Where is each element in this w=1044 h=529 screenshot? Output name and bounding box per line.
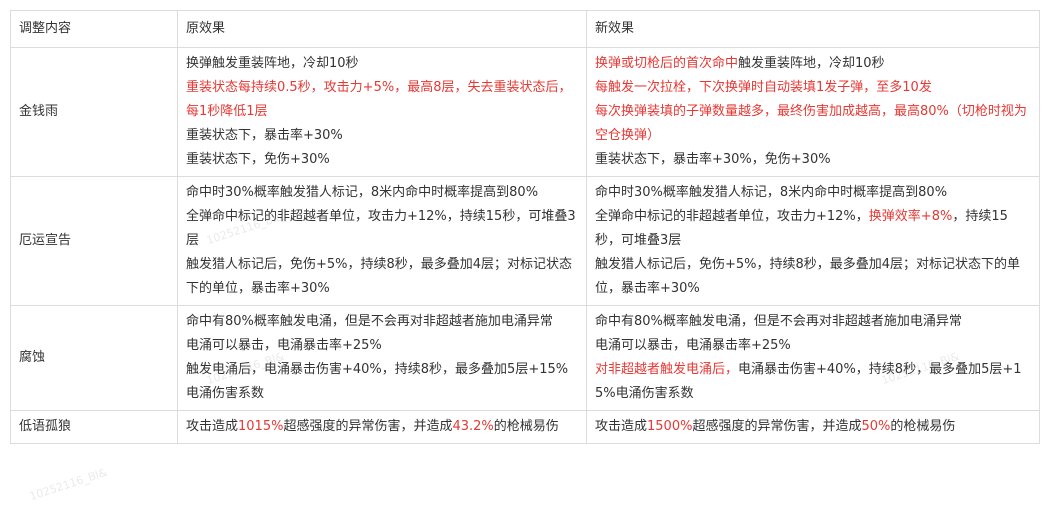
original-effect-cell: 攻击造成1015%超感强度的异常伤害，并造成43.2%的枪械易伤 [177,410,587,444]
adjustment-name: 低语孤狼 [10,410,178,444]
adjustment-name: 金钱雨 [10,47,178,177]
effect-text: 换弹触发重装阵地，冷却10秒 [186,56,359,71]
table-header-row: 调整内容 原效果 新效果 [10,10,1040,48]
adjustment-name: 厄运宣告 [10,176,178,306]
effect-line: 重装状态下，暴击率+30% [186,124,578,148]
effect-text: 重装状态下，暴击率+30%，免伤+30% [595,152,831,167]
effect-line: 全弹命中标记的非超越者单位，攻击力+12%，换弹效率+8%，持续15秒，可堆叠3… [595,205,1031,253]
adjustment-name: 腐蚀 [10,305,178,411]
effect-line: 触发电涌后，电涌暴击伤害+40%，持续8秒，最多叠加5层+15%电涌伤害系数 [186,358,578,406]
effect-text: 触发猎人标记后，免伤+5%，持续8秒，最多叠加4层；对标记状态下的单位，暴击率+… [595,257,1021,296]
effect-line: 电涌可以暴击，电涌暴击率+25% [186,334,578,358]
new-effect-cell: 攻击造成1500%超感强度的异常伤害，并造成50%的枪械易伤 [586,410,1040,444]
highlighted-text: 1015% [238,419,284,434]
effect-text: 全弹命中标记的非超越者单位，攻击力+12%， [595,209,869,224]
effect-text: 的枪械易伤 [493,419,559,434]
effect-text: 重装状态下，暴击率+30% [186,128,343,143]
effect-line: 触发猎人标记后，免伤+5%，持续8秒，最多叠加4层；对标记状态下的单位，暴击率+… [595,253,1031,301]
effect-line: 命中时30%概率触发猎人标记，8米内命中时概率提高到80% [595,181,1031,205]
effect-text: 攻击造成 [595,419,648,434]
effect-text: 触发猎人标记后，免伤+5%，持续8秒，最多叠加4层；对标记状态下的单位，暴击率+… [186,257,573,296]
effect-line: 对非超越者触发电涌后，电涌暴击伤害+40%，持续8秒，最多叠加5层+15%电涌伤… [595,358,1031,406]
new-effect-cell: 命中有80%概率触发电涌，但是不会再对非超越者施加电涌异常 电涌可以暴击，电涌暴击… [586,305,1040,411]
original-effect-cell: 换弹触发重装阵地，冷却10秒重装状态每持续0.5秒，攻击力+5%，最高8层，失去… [177,47,587,177]
effect-text: 电涌可以暴击，电涌暴击率+25% [186,338,382,353]
watermark: 10252116_Bl& [27,465,109,504]
effect-line: 命中有80%概率触发电涌，但是不会再对非超越者施加电涌异常 [186,310,578,334]
effect-text: 重装状态下，免伤+30% [186,152,330,167]
effect-text: 命中时30%概率触发猎人标记，8米内命中时概率提高到80% [186,185,539,200]
effect-line: 重装状态每持续0.5秒，攻击力+5%，最高8层，失去重装状态后，每1秒降低1层 [186,76,578,124]
effect-line: 每次换弹装填的子弹数量越多，最终伤害加成越高，最高80%（切枪时视为空仓换弹） [595,100,1031,148]
highlighted-text: 重装状态每持续0.5秒，攻击力+5%，最高8层，失去重装状态后，每1秒降低1层 [186,80,572,119]
effect-line: 攻击造成1015%超感强度的异常伤害，并造成43.2%的枪械易伤 [186,415,578,439]
table-row: 厄运宣告 命中时30%概率触发猎人标记，8米内命中时概率提高到80% 全弹命中标记的… [10,176,1040,306]
header-new-effect: 新效果 [586,10,1040,48]
effect-line: 命中时30%概率触发猎人标记，8米内命中时概率提高到80% [186,181,578,205]
highlighted-text: 43.2% [452,419,494,434]
effect-line: 攻击造成1500%超感强度的异常伤害，并造成50%的枪械易伤 [595,415,1031,439]
effect-line: 触发猎人标记后，免伤+5%，持续8秒，最多叠加4层；对标记状态下的单位，暴击率+… [186,253,578,301]
effect-text: 攻击造成 [186,419,239,434]
effect-line: 重装状态下，免伤+30% [186,148,578,172]
effect-text: 命中时30%概率触发猎人标记，8米内命中时概率提高到80% [595,185,948,200]
effect-line: 全弹命中标记的非超越者单位，攻击力+12%，持续15秒，可堆叠3层 [186,205,578,253]
header-original-effect: 原效果 [177,10,587,48]
original-effect-cell: 命中有80%概率触发电涌，但是不会再对非超越者施加电涌异常 电涌可以暴击，电涌暴击… [177,305,587,411]
effect-line: 换弹触发重装阵地，冷却10秒 [186,52,578,76]
new-effect-cell: 命中时30%概率触发猎人标记，8米内命中时概率提高到80% 全弹命中标记的非超越者… [586,176,1040,306]
effect-text: 超感强度的异常伤害，并造成 [692,419,862,434]
original-effect-cell: 命中时30%概率触发猎人标记，8米内命中时概率提高到80% 全弹命中标记的非超越者… [177,176,587,306]
effect-text: 的枪械易伤 [890,419,956,434]
table-row: 金钱雨 换弹触发重装阵地，冷却10秒重装状态每持续0.5秒，攻击力+5%，最高8层… [10,47,1040,177]
effect-line: 电涌可以暴击，电涌暴击率+25% [595,334,1031,358]
effect-line: 每触发一次拉栓，下次换弹时自动装填1发子弹，至多10发 [595,76,1031,100]
effect-text: 超感强度的异常伤害，并造成 [283,419,453,434]
highlighted-text: 1500% [647,419,693,434]
effect-line: 重装状态下，暴击率+30%，免伤+30% [595,148,1031,172]
effect-text: 电涌可以暴击，电涌暴击率+25% [595,338,791,353]
table-row: 低语孤狼 攻击造成1015%超感强度的异常伤害，并造成43.2%的枪械易伤 攻击造成… [10,410,1040,444]
effect-line: 换弹或切枪后的首次命中触发重装阵地，冷却10秒 [595,52,1031,76]
new-effect-cell: 换弹或切枪后的首次命中触发重装阵地，冷却10秒每触发一次拉栓，下次换弹时自动装填… [586,47,1040,177]
effect-text: 全弹命中标记的非超越者单位，攻击力+12%，持续15秒，可堆叠3层 [186,209,576,248]
highlighted-text: 换弹效率+8% [868,209,953,224]
highlighted-text: 每次换弹装填的子弹数量越多，最终伤害加成越高，最高80%（切枪时视为空仓换弹） [595,104,1027,143]
highlighted-text: 对非超越者触发电涌后， [595,362,739,377]
highlighted-text: 每触发一次拉栓，下次换弹时自动装填1发子弹，至多10发 [595,80,932,95]
effect-text: 命中有80%概率触发电涌，但是不会再对非超越者施加电涌异常 [186,314,553,329]
header-adjustment: 调整内容 [10,10,178,48]
effect-text: 触发重装阵地，冷却10秒 [738,56,885,71]
comparison-table: 调整内容 原效果 新效果 金钱雨 换弹触发重装阵地，冷却10秒重装状态每持续0.5… [10,10,1040,444]
page: 调整内容 原效果 新效果 金钱雨 换弹触发重装阵地，冷却10秒重装状态每持续0.5… [0,0,1044,529]
highlighted-text: 换弹或切枪后的首次命中 [595,56,739,71]
table-body: 金钱雨 换弹触发重装阵地，冷却10秒重装状态每持续0.5秒，攻击力+5%，最高8层… [10,47,1040,444]
effect-line: 命中有80%概率触发电涌，但是不会再对非超越者施加电涌异常 [595,310,1031,334]
effect-text: 命中有80%概率触发电涌，但是不会再对非超越者施加电涌异常 [595,314,962,329]
table-row: 腐蚀 命中有80%概率触发电涌，但是不会再对非超越者施加电涌异常 电涌可以暴击，电涌… [10,305,1040,411]
effect-text: 触发电涌后，电涌暴击伤害+40%，持续8秒，最多叠加5层+15%电涌伤害系数 [186,362,569,401]
highlighted-text: 50% [861,419,891,434]
